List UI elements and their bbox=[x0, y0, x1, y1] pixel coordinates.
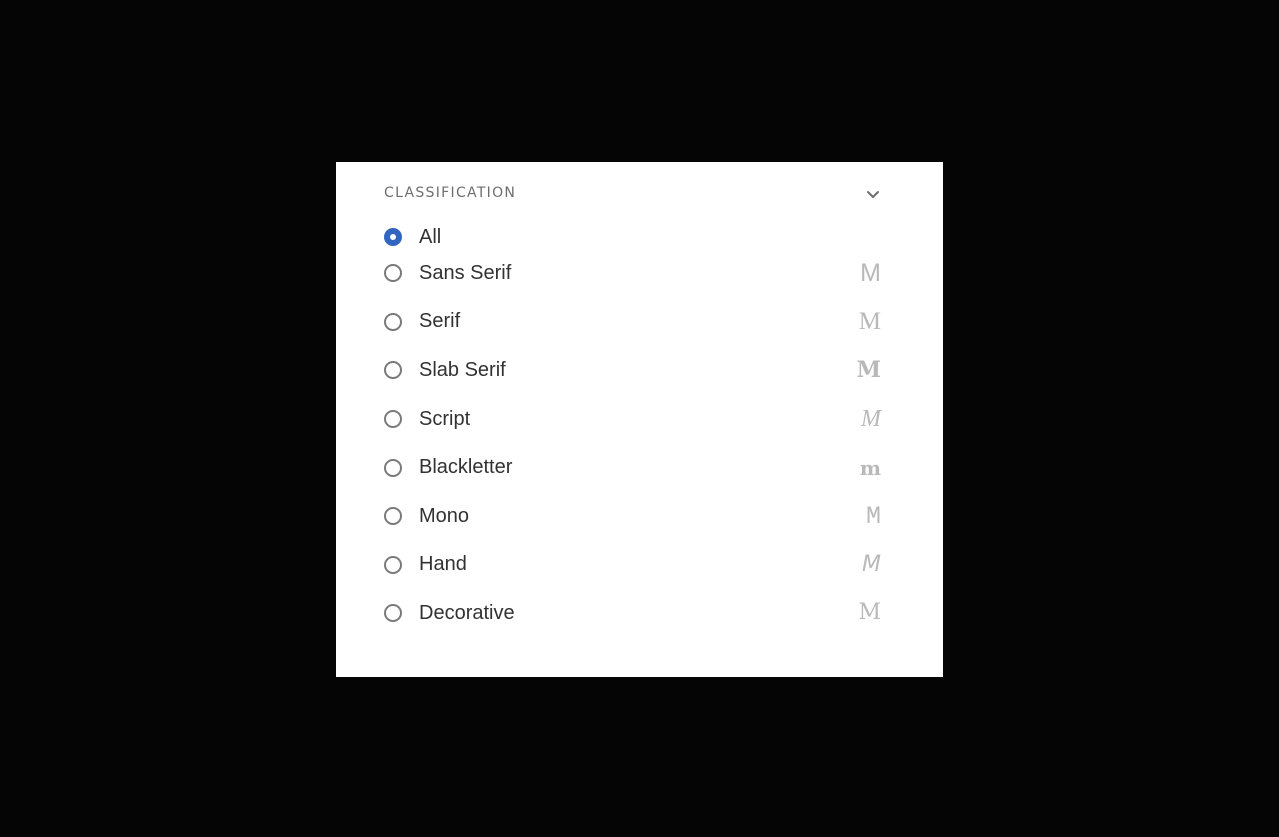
chevron-down-icon[interactable] bbox=[865, 186, 881, 202]
option-label: Script bbox=[419, 407, 471, 430]
classification-options: All Sans Serif M Serif M Slab Serif M Sc… bbox=[384, 225, 881, 638]
radio-mono[interactable] bbox=[384, 507, 402, 526]
radio-serif[interactable] bbox=[384, 312, 402, 331]
font-sample: M bbox=[856, 357, 881, 384]
radio-hand[interactable] bbox=[384, 555, 402, 574]
font-sample: M bbox=[865, 501, 881, 531]
option-blackletter[interactable]: Blackletter m bbox=[384, 443, 881, 492]
radio-blackletter[interactable] bbox=[384, 458, 402, 477]
option-serif[interactable]: Serif M bbox=[384, 298, 881, 347]
option-label: Mono bbox=[419, 504, 470, 527]
font-sample: M bbox=[861, 406, 881, 433]
font-sample: M bbox=[862, 551, 881, 577]
option-script[interactable]: Script M bbox=[384, 395, 881, 444]
option-label: Hand bbox=[419, 553, 467, 576]
option-all[interactable]: All bbox=[384, 225, 881, 249]
radio-sans-serif[interactable] bbox=[384, 264, 402, 283]
option-decorative[interactable]: Decorative M bbox=[384, 589, 881, 638]
option-mono[interactable]: Mono M bbox=[384, 492, 881, 541]
option-sans-serif[interactable]: Sans Serif M bbox=[384, 249, 881, 298]
font-sample: M bbox=[860, 258, 881, 287]
radio-all[interactable] bbox=[384, 228, 402, 246]
option-slab-serif[interactable]: Slab Serif M bbox=[384, 346, 881, 395]
font-sample: M bbox=[858, 600, 881, 626]
option-label: Slab Serif bbox=[419, 358, 506, 381]
radio-slab-serif[interactable] bbox=[384, 361, 402, 380]
radio-decorative[interactable] bbox=[384, 604, 402, 623]
font-sample: m bbox=[859, 455, 881, 480]
option-label: All bbox=[419, 225, 442, 248]
option-label: Blackletter bbox=[419, 456, 513, 479]
option-label: Sans Serif bbox=[419, 261, 512, 284]
classification-header[interactable]: CLASSIFICATION bbox=[384, 162, 881, 225]
radio-script[interactable] bbox=[384, 410, 402, 429]
classification-title: CLASSIFICATION bbox=[384, 184, 517, 201]
font-sample: M bbox=[858, 308, 881, 336]
option-label: Serif bbox=[419, 310, 461, 333]
classification-panel: CLASSIFICATION All Sans Serif M Serif M … bbox=[336, 162, 943, 677]
option-label: Decorative bbox=[419, 601, 515, 624]
option-hand[interactable]: Hand M bbox=[384, 541, 881, 590]
